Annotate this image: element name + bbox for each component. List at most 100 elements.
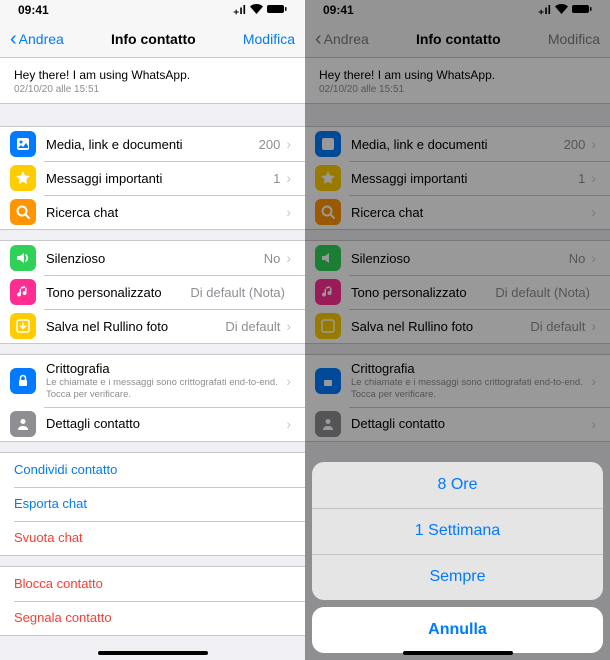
group-notifications: Silenzioso No › Tono personalizzato Di d… bbox=[305, 240, 610, 344]
row-value: 1 bbox=[273, 171, 280, 186]
report-contact-button[interactable]: Segnala contatto bbox=[0, 601, 305, 635]
back-label: Andrea bbox=[19, 31, 64, 47]
music-icon bbox=[315, 279, 341, 305]
row-value: Di default (Nota) bbox=[495, 285, 590, 300]
mute-always-button[interactable]: Sempre bbox=[312, 554, 603, 600]
chevron-left-icon: ‹ bbox=[315, 29, 322, 49]
edit-button[interactable]: Modifica bbox=[243, 31, 295, 47]
screen-right: 09:41 ₊ıl ‹Andrea Info contatto Modifica… bbox=[305, 0, 610, 660]
row-value: No bbox=[569, 251, 586, 266]
nav-bar: ‹Andrea Info contatto Modifica bbox=[305, 20, 610, 58]
home-indicator[interactable] bbox=[98, 651, 208, 655]
row-starred: Messaggi importanti 1 › bbox=[305, 161, 610, 195]
row-label: Tono personalizzato bbox=[46, 285, 190, 300]
lock-icon bbox=[315, 368, 341, 394]
person-icon bbox=[10, 411, 36, 437]
star-icon bbox=[315, 165, 341, 191]
status-bar: 09:41 ₊ıl bbox=[0, 0, 305, 20]
row-mute[interactable]: Silenzioso No › bbox=[0, 241, 305, 275]
mute-8h-button[interactable]: 8 Ore bbox=[312, 462, 603, 508]
row-label: Media, link e documenti bbox=[351, 137, 564, 152]
row-media[interactable]: Media, link e documenti 200 › bbox=[0, 127, 305, 161]
lock-icon bbox=[10, 368, 36, 394]
row-media: Media, link e documenti 200 › bbox=[305, 127, 610, 161]
status-bar: 09:41 ₊ıl bbox=[305, 0, 610, 20]
nav-title: Info contatto bbox=[111, 31, 196, 47]
row-label: Salva nel Rullino foto bbox=[46, 319, 225, 334]
chevron-right-icon: › bbox=[591, 204, 596, 220]
cancel-button[interactable]: Annulla bbox=[312, 607, 603, 653]
status-time: 09:41 bbox=[323, 3, 354, 17]
chevron-right-icon: › bbox=[286, 204, 291, 220]
nav-bar: ‹Andrea Info contatto Modifica bbox=[0, 20, 305, 58]
row-tone[interactable]: Tono personalizzato Di default (Nota) bbox=[0, 275, 305, 309]
row-starred[interactable]: Messaggi importanti 1 › bbox=[0, 161, 305, 195]
person-icon bbox=[315, 411, 341, 437]
search-icon bbox=[10, 199, 36, 225]
wifi-icon bbox=[250, 3, 263, 17]
action-sheet-options: 8 Ore 1 Settimana Sempre bbox=[312, 462, 603, 600]
speaker-icon bbox=[315, 245, 341, 271]
chevron-right-icon: › bbox=[591, 416, 596, 432]
about-section: Hey there! I am using WhatsApp. 02/10/20… bbox=[305, 58, 610, 104]
screen-left: 09:41 ₊ıl ‹Andrea Info contatto Modifica… bbox=[0, 0, 305, 660]
about-text: Hey there! I am using WhatsApp. bbox=[14, 68, 291, 82]
status-right: ₊ıl bbox=[538, 3, 592, 17]
save-icon bbox=[315, 313, 341, 339]
row-label: Salva nel Rullino foto bbox=[351, 319, 530, 334]
about-text: Hey there! I am using WhatsApp. bbox=[319, 68, 596, 82]
row-sublabel: Le chiamate e i messaggi sono crittograf… bbox=[351, 377, 591, 401]
chevron-right-icon: › bbox=[591, 318, 596, 334]
music-icon bbox=[10, 279, 36, 305]
signal-icon: ₊ıl bbox=[233, 3, 246, 17]
back-button: ‹Andrea bbox=[315, 29, 369, 49]
clear-chat-button[interactable]: Svuota chat bbox=[0, 521, 305, 555]
row-value: Di default (Nota) bbox=[190, 285, 285, 300]
nav-title: Info contatto bbox=[416, 31, 501, 47]
about-timestamp: 02/10/20 alle 15:51 bbox=[14, 84, 291, 95]
row-tone: Tono personalizzato Di default (Nota) bbox=[305, 275, 610, 309]
battery-icon bbox=[572, 3, 592, 17]
battery-icon bbox=[267, 3, 287, 17]
export-chat-button[interactable]: Esporta chat bbox=[0, 487, 305, 521]
group-media: Media, link e documenti 200 › Messaggi i… bbox=[305, 126, 610, 230]
edit-button: Modifica bbox=[548, 31, 600, 47]
home-indicator[interactable] bbox=[403, 651, 513, 655]
row-encryption: CrittografiaLe chiamate e i messaggi son… bbox=[305, 355, 610, 407]
row-label: Ricerca chat bbox=[351, 205, 591, 220]
row-save-camera[interactable]: Salva nel Rullino foto Di default › bbox=[0, 309, 305, 343]
row-contact-details: Dettagli contatto › bbox=[305, 407, 610, 441]
mute-1w-button[interactable]: 1 Settimana bbox=[312, 508, 603, 554]
about-section[interactable]: Hey there! I am using WhatsApp. 02/10/20… bbox=[0, 58, 305, 104]
row-value: 200 bbox=[259, 137, 281, 152]
group-actions-blue: Condividi contatto Esporta chat Svuota c… bbox=[0, 452, 305, 556]
media-icon bbox=[10, 131, 36, 157]
row-save-camera: Salva nel Rullino foto Di default › bbox=[305, 309, 610, 343]
row-encryption[interactable]: CrittografiaLe chiamate e i messaggi son… bbox=[0, 355, 305, 407]
media-icon bbox=[315, 131, 341, 157]
row-label: Ricerca chat bbox=[46, 205, 286, 220]
status-right: ₊ıl bbox=[233, 3, 287, 17]
row-search[interactable]: Ricerca chat › bbox=[0, 195, 305, 229]
chevron-left-icon: ‹ bbox=[10, 29, 17, 49]
row-sublabel: Le chiamate e i messaggi sono crittograf… bbox=[46, 377, 286, 401]
chevron-right-icon: › bbox=[591, 170, 596, 186]
star-icon bbox=[10, 165, 36, 191]
status-time: 09:41 bbox=[18, 3, 49, 17]
row-search: Ricerca chat › bbox=[305, 195, 610, 229]
row-value: 200 bbox=[564, 137, 586, 152]
block-contact-button[interactable]: Blocca contatto bbox=[0, 567, 305, 601]
chevron-right-icon: › bbox=[286, 136, 291, 152]
row-label: CrittografiaLe chiamate e i messaggi son… bbox=[351, 361, 591, 401]
row-label: Media, link e documenti bbox=[46, 137, 259, 152]
chevron-right-icon: › bbox=[286, 250, 291, 266]
row-label: Silenzioso bbox=[46, 251, 264, 266]
row-value: 1 bbox=[578, 171, 585, 186]
row-value: Di default bbox=[225, 319, 280, 334]
back-button[interactable]: ‹Andrea bbox=[10, 29, 64, 49]
share-contact-button[interactable]: Condividi contatto bbox=[0, 453, 305, 487]
group-actions-red: Blocca contatto Segnala contatto bbox=[0, 566, 305, 636]
row-contact-details[interactable]: Dettagli contatto › bbox=[0, 407, 305, 441]
row-label: Messaggi importanti bbox=[46, 171, 273, 186]
search-icon bbox=[315, 199, 341, 225]
